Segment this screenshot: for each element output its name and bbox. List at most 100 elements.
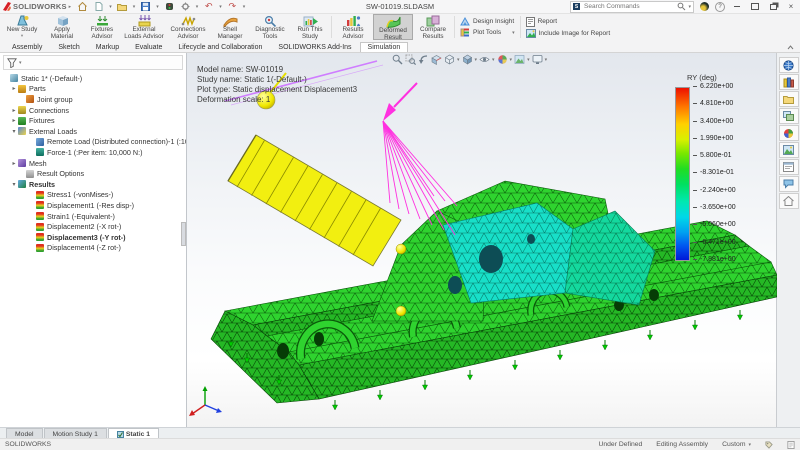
collapse-icon[interactable]: ▾ [10, 181, 18, 188]
plot-tools-button[interactable]: Plot Tools ▾ [460, 28, 515, 37]
zoom-to-fit-icon[interactable] [392, 54, 403, 65]
tree-filter-bar[interactable]: ▾ [3, 55, 183, 70]
print-icon[interactable] [164, 1, 175, 12]
custom-properties-icon[interactable] [779, 159, 799, 175]
tab-evaluate[interactable]: Evaluate [127, 42, 170, 52]
tab-solidworks-add-ins[interactable]: SOLIDWORKS Add-Ins [270, 42, 359, 52]
expand-icon[interactable]: ▸ [10, 160, 18, 167]
boom-cylinder[interactable] [228, 135, 401, 266]
tree-item-stress1[interactable]: Stress1 (-vonMises-) [2, 190, 186, 201]
collapse-icon[interactable]: ▾ [10, 128, 18, 135]
search-input[interactable] [582, 2, 675, 11]
tree-item-strain1[interactable]: Strain1 (-Equivalent-) [2, 211, 186, 222]
design-library-icon[interactable] [779, 74, 799, 90]
tab-assembly[interactable]: Assembly [4, 42, 50, 52]
open-document-icon[interactable] [117, 1, 128, 12]
options-gear-icon[interactable] [180, 1, 191, 12]
hide-show-items-icon[interactable] [479, 54, 490, 65]
tree-item-displacement2[interactable]: Displacement2 (-X rot-) [2, 221, 186, 232]
search-commands-box[interactable]: S ▾ [570, 1, 694, 13]
view-orientation-icon[interactable] [444, 54, 455, 65]
tree-item-external-loads[interactable]: ▾ External Loads [2, 126, 186, 137]
tree-item-displacement1[interactable]: Displacement1 (-Res disp-) [2, 200, 186, 211]
tree-item-remote-load[interactable]: Remote Load (Distributed connection)-1 (… [2, 137, 186, 148]
restore-windows-button[interactable] [767, 1, 779, 12]
view-settings-icon[interactable] [532, 54, 543, 65]
tree-item-displacement4[interactable]: Displacement4 (-Z rot-) [2, 243, 186, 254]
dropdown-caret[interactable]: ▾ [492, 57, 495, 63]
dropdown-caret[interactable]: ▾ [475, 57, 478, 63]
status-sheet-icon[interactable] [787, 441, 795, 449]
external-loads-advisor-button[interactable]: External Loads Advisor▾ [122, 14, 166, 40]
design-insight-button[interactable]: Design Insight [460, 17, 515, 26]
zoom-to-area-icon[interactable] [405, 54, 416, 65]
expand-icon[interactable]: ▸ [10, 117, 18, 124]
expand-icon[interactable]: ▸ [10, 85, 18, 92]
dropdown-caret[interactable]: ▾ [527, 57, 530, 63]
tree-item-fixtures[interactable]: ▸ Fixtures [2, 115, 186, 126]
expand-icon[interactable]: ▸ [10, 107, 18, 114]
help-icon[interactable]: ? [715, 2, 725, 12]
report-button[interactable]: Report [526, 17, 611, 27]
search-icon[interactable] [677, 2, 686, 11]
maximize-button[interactable] [749, 1, 761, 12]
fixtures-advisor-button[interactable]: Fixtures Advisor▾ [82, 14, 122, 40]
solidworks-forum-icon[interactable] [779, 176, 799, 192]
dropdown-caret[interactable]: ▾ [512, 30, 515, 36]
edit-appearance-icon[interactable] [497, 54, 508, 65]
collapse-ribbon-icon[interactable] [787, 43, 794, 52]
solidworks-resources-icon[interactable] [779, 57, 799, 73]
home-icon[interactable] [779, 193, 799, 209]
tree-item-results[interactable]: ▾ Results [2, 179, 186, 190]
results-advisor-button[interactable]: Results Advisor▾ [333, 14, 373, 40]
legend-color-bar [675, 87, 690, 261]
dropdown-caret[interactable]: ▾ [510, 57, 513, 63]
minimize-button[interactable] [731, 1, 743, 12]
file-explorer-icon[interactable] [779, 91, 799, 107]
redo-icon[interactable]: ↷ [227, 1, 238, 12]
tab-markup[interactable]: Markup [88, 42, 127, 52]
shell-manager-button[interactable]: Shell Manager [210, 14, 250, 40]
graphics-viewport[interactable]: ▾ ▾ ▾ ▾ ▾ ▾ Model name: SW-01019 Study n… [187, 53, 776, 428]
dropdown-caret[interactable]: ▾ [457, 57, 460, 63]
search-dropdown-icon[interactable]: ▾ [688, 4, 691, 10]
run-this-study-button[interactable]: Run This Study▾ [290, 14, 330, 40]
connections-advisor-button[interactable]: Connections Advisor▾ [166, 14, 210, 40]
deformed-result-button[interactable]: Deformed Result [373, 14, 413, 40]
view-palette-icon[interactable] [779, 108, 799, 124]
tree-item-connections[interactable]: ▸ Connections [2, 105, 186, 116]
undo-icon[interactable]: ↶ [203, 1, 214, 12]
tree-item-parts[interactable]: ▸ Parts [2, 84, 186, 95]
new-study-button[interactable]: New Study▾ [2, 14, 42, 40]
user-account-icon[interactable] [700, 2, 709, 11]
appearances-icon[interactable] [779, 125, 799, 141]
unit-system-dropdown[interactable]: Custom▾ [722, 441, 751, 448]
tree-item-study-root[interactable]: Static 1* (-Default-) [2, 73, 186, 84]
tab-simulation[interactable]: Simulation [360, 42, 409, 52]
tree-item-result-options[interactable]: Result Options [2, 168, 186, 179]
menu-expand-icon[interactable]: ▸ [69, 4, 72, 10]
filter-dropdown-icon[interactable]: ▾ [19, 60, 22, 66]
save-icon[interactable] [140, 1, 151, 12]
apply-material-button[interactable]: Apply Material▾ [42, 14, 82, 40]
previous-view-icon[interactable] [418, 54, 429, 65]
tree-item-force[interactable]: Force-1 (:Per item: 10,000 N:) [2, 147, 186, 158]
scenes-icon[interactable] [779, 142, 799, 158]
close-button[interactable]: × [785, 1, 797, 12]
tree-item-joint-group[interactable]: Joint group [2, 94, 186, 105]
section-view-icon[interactable] [431, 54, 442, 65]
tree-item-mesh[interactable]: ▸ Mesh [2, 158, 186, 169]
new-document-icon[interactable] [93, 1, 104, 12]
include-image-for-report-button[interactable]: Include Image for Report [526, 29, 611, 38]
panel-splitter-handle[interactable] [181, 222, 186, 246]
tag-icon[interactable] [765, 441, 773, 449]
compare-results-button[interactable]: Compare Results [413, 14, 453, 40]
diagnostic-tools-button[interactable]: Diagnostic Tools▾ [250, 14, 290, 40]
display-style-icon[interactable] [462, 54, 473, 65]
tab-lifecycle-and-collaboration[interactable]: Lifecycle and Collaboration [170, 42, 270, 52]
tree-item-displacement3[interactable]: Displacement3 (-Y rot-) [2, 232, 186, 243]
dropdown-caret[interactable]: ▾ [545, 57, 548, 63]
tab-sketch[interactable]: Sketch [50, 42, 87, 52]
apply-scene-icon[interactable] [514, 54, 525, 65]
home-icon[interactable] [77, 1, 88, 12]
